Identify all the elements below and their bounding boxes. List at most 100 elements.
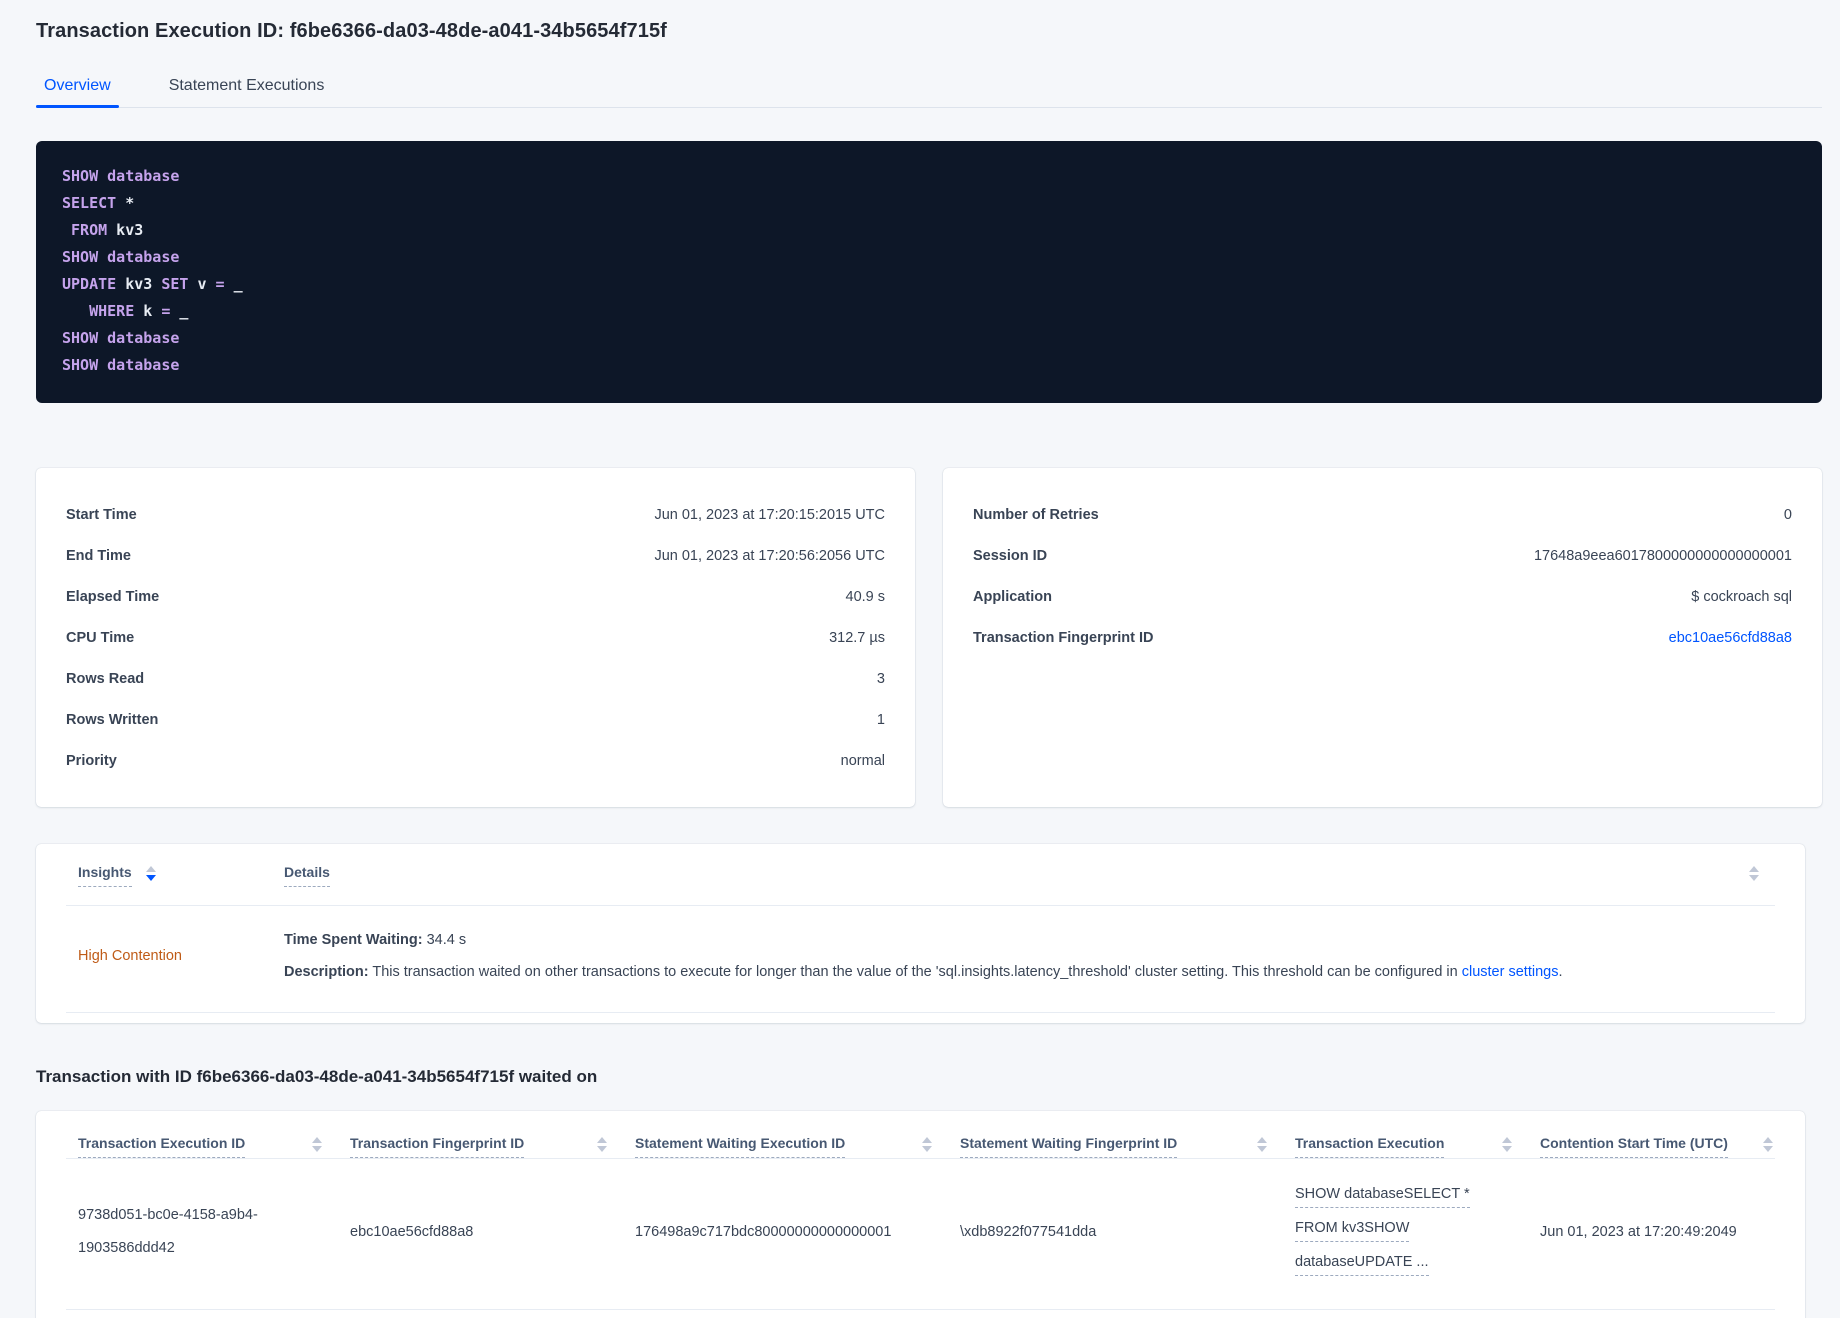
sql-code-line: SHOW database — [62, 167, 180, 185]
sql-code-line: SHOW database — [62, 248, 180, 266]
insights-table-card: Insights Details High Contention Time Sp… — [36, 844, 1805, 1023]
sort-asc-arrow-icon[interactable] — [597, 1137, 607, 1143]
cell-statement-waiting-execution-id: 176498a9c717bdc80000000000000001 — [635, 1223, 892, 1240]
cluster-settings-link[interactable]: cluster settings — [1462, 964, 1559, 980]
details-column-label[interactable]: Details — [284, 864, 330, 887]
column-label[interactable]: Statement Waiting Fingerprint ID — [960, 1135, 1178, 1158]
sort-asc-arrow-icon[interactable] — [1749, 866, 1759, 872]
sort-icon[interactable] — [1763, 1137, 1773, 1152]
transaction-execution-link-line[interactable]: SHOW databaseSELECT * — [1295, 1181, 1470, 1208]
cell-transaction-execution-statement-link: SHOW databaseSELECT * FROM kv3SHOW datab… — [1295, 1181, 1540, 1283]
sql-code-line: SHOW database — [62, 329, 180, 347]
row-value: 40.9 s — [845, 588, 886, 605]
transaction-execution-link-line[interactable]: databaseUPDATE ... — [1295, 1249, 1429, 1276]
waiting-value: 34.4 s — [422, 932, 467, 948]
row-label: Start Time — [66, 506, 137, 523]
column-header-statement-waiting-execution-id[interactable]: Statement Waiting Execution ID — [635, 1135, 960, 1158]
sort-icon[interactable] — [1502, 1137, 1512, 1152]
column-label[interactable]: Transaction Execution ID — [78, 1135, 246, 1158]
row-value: 3 — [876, 670, 885, 687]
insights-column-label[interactable]: Insights — [78, 864, 132, 887]
tab-overview[interactable]: Overview — [36, 69, 119, 108]
column-header-details[interactable]: Details — [284, 864, 1735, 887]
insight-row-high-contention: High Contention Time Spent Waiting: 34.4… — [66, 906, 1775, 1013]
column-label[interactable]: Contention Start Time (UTC) — [1540, 1135, 1728, 1158]
sort-icon[interactable] — [922, 1137, 932, 1152]
summary-cards: Start Time Jun 01, 2023 at 17:20:15:2015… — [36, 468, 1822, 807]
row-label: Rows Written — [66, 711, 159, 728]
row-label: End Time — [66, 547, 131, 564]
insights-table-header: Insights Details — [66, 844, 1775, 906]
row-value: 312.7 µs — [829, 629, 885, 646]
row-value: 0 — [1783, 506, 1792, 523]
sort-desc-arrow-icon[interactable] — [1749, 875, 1759, 881]
sort-asc-arrow-icon[interactable] — [1763, 1137, 1773, 1143]
column-header-extra-sort[interactable] — [1735, 864, 1775, 882]
row-label: CPU Time — [66, 629, 135, 646]
sql-code-line: WHERE k = _ — [89, 302, 189, 320]
row-label: Elapsed Time — [66, 588, 160, 605]
row-value: normal — [840, 752, 885, 769]
sort-asc-arrow-icon[interactable] — [312, 1137, 322, 1143]
sort-icon[interactable] — [1257, 1137, 1267, 1152]
row-label: Number of Retries — [973, 506, 1099, 523]
waited-on-heading: Transaction with ID f6be6366-da03-48de-a… — [36, 1067, 598, 1086]
column-label[interactable]: Transaction Execution — [1295, 1135, 1445, 1158]
row-value: Jun 01, 2023 at 17:20:56:2056 UTC — [654, 547, 885, 564]
sort-asc-arrow-icon[interactable] — [922, 1137, 932, 1143]
cell-transaction-execution-id: 9738d051-bc0e-4158-a9b4-1903586ddd42 — [78, 1207, 258, 1256]
description-text: This transaction waited on other transac… — [368, 964, 1462, 980]
column-label[interactable]: Transaction Fingerprint ID — [350, 1135, 525, 1158]
summary-row-start-time: Start Time Jun 01, 2023 at 17:20:15:2015… — [66, 494, 885, 535]
column-header-insights[interactable]: Insights — [78, 864, 284, 887]
transaction-execution-link-line[interactable]: FROM kv3SHOW — [1295, 1215, 1410, 1242]
sort-asc-arrow-icon[interactable] — [1502, 1137, 1512, 1143]
sort-desc-arrow-icon[interactable] — [597, 1146, 607, 1152]
row-value: $ cockroach sql — [1691, 588, 1792, 605]
summary-row-end-time: End Time Jun 01, 2023 at 17:20:56:2056 U… — [66, 535, 885, 576]
column-header-transaction-execution-id[interactable]: Transaction Execution ID — [78, 1135, 350, 1158]
transaction-fingerprint-link[interactable]: ebc10ae56cfd88a8 — [1669, 630, 1792, 646]
time-spent-waiting-line: Time Spent Waiting: 34.4 s — [284, 924, 1775, 956]
sort-desc-arrow-icon[interactable] — [1257, 1146, 1267, 1152]
row-label: Priority — [66, 752, 117, 769]
waited-on-table-header: Transaction Execution ID Transaction Fin… — [66, 1111, 1775, 1159]
cell-contention-start-time: Jun 01, 2023 at 17:20:49:2049 — [1540, 1223, 1737, 1240]
cell-transaction-fingerprint-id: ebc10ae56cfd88a8 — [350, 1223, 474, 1240]
summary-row-retries: Number of Retries 0 — [973, 494, 1792, 535]
summary-row-transaction-fingerprint-id: Transaction Fingerprint ID ebc10ae56cfd8… — [973, 617, 1792, 658]
sort-icon[interactable] — [1749, 866, 1759, 881]
column-header-transaction-execution[interactable]: Transaction Execution — [1295, 1135, 1540, 1158]
summary-row-elapsed-time: Elapsed Time 40.9 s — [66, 576, 885, 617]
sort-asc-arrow-icon[interactable] — [1257, 1137, 1267, 1143]
transaction-execution-page: Transaction Execution ID: f6be6366-da03-… — [0, 0, 1840, 1318]
sort-desc-arrow-icon[interactable] — [1763, 1146, 1773, 1152]
page-title: Transaction Execution ID: f6be6366-da03-… — [36, 20, 667, 42]
sort-icon[interactable] — [145, 866, 156, 881]
sql-code-line: FROM kv3 — [71, 221, 144, 239]
summary-row-rows-read: Rows Read 3 — [66, 658, 885, 699]
summary-row-application: Application $ cockroach sql — [973, 576, 1792, 617]
sort-asc-arrow-icon[interactable] — [145, 866, 156, 872]
column-header-contention-start-time[interactable]: Contention Start Time (UTC) — [1540, 1135, 1775, 1158]
row-label: Session ID — [973, 547, 1048, 564]
sort-desc-arrow-icon[interactable] — [922, 1146, 932, 1152]
waited-on-table-card: Transaction Execution ID Transaction Fin… — [36, 1111, 1805, 1318]
column-header-transaction-fingerprint-id[interactable]: Transaction Fingerprint ID — [350, 1135, 635, 1158]
sql-code-line: UPDATE kv3 SET v = _ — [62, 275, 243, 293]
description-line: Description: This transaction waited on … — [284, 956, 1775, 988]
sort-desc-arrow-icon[interactable] — [145, 875, 156, 881]
sort-icon[interactable] — [597, 1137, 607, 1152]
tab-statement-executions[interactable]: Statement Executions — [161, 69, 333, 107]
sort-desc-arrow-icon[interactable] — [1502, 1146, 1512, 1152]
summary-row-rows-written: Rows Written 1 — [66, 699, 885, 740]
sort-desc-arrow-icon[interactable] — [312, 1146, 322, 1152]
session-summary-card: Number of Retries 0 Session ID 17648a9ee… — [943, 468, 1822, 807]
row-value: Jun 01, 2023 at 17:20:15:2015 UTC — [654, 506, 885, 523]
row-label: Transaction Fingerprint ID — [973, 629, 1154, 646]
sort-icon[interactable] — [312, 1137, 322, 1152]
description-label: Description: — [284, 964, 369, 980]
cell-statement-waiting-fingerprint-id: \xdb8922f077541dda — [960, 1223, 1097, 1240]
column-header-statement-waiting-fingerprint-id[interactable]: Statement Waiting Fingerprint ID — [960, 1135, 1295, 1158]
column-label[interactable]: Statement Waiting Execution ID — [635, 1135, 846, 1158]
